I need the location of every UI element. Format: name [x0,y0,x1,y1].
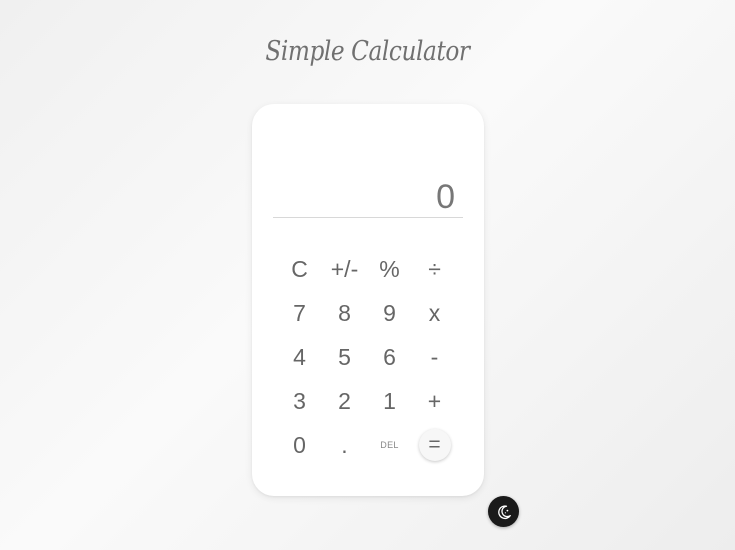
multiply-button[interactable]: x [412,291,457,335]
clear-button[interactable]: C [277,247,322,291]
calculator-card: 0 C +/- % ÷ 7 8 9 x 4 5 6 - 3 2 1 + 0 . … [252,104,484,496]
equals-button[interactable]: = [412,423,457,467]
calculator-display: 0 [273,164,463,218]
display-value: 0 [436,178,455,216]
keypad: C +/- % ÷ 7 8 9 x 4 5 6 - 3 2 1 + 0 . DE… [277,247,457,467]
percent-button[interactable]: % [367,247,412,291]
add-button[interactable]: + [412,379,457,423]
equals-label: = [418,429,451,461]
subtract-button[interactable]: - [412,335,457,379]
digit-9-button[interactable]: 9 [367,291,412,335]
divide-button[interactable]: ÷ [412,247,457,291]
digit-5-button[interactable]: 5 [322,335,367,379]
app-title: Simple Calculator [265,36,470,67]
digit-1-button[interactable]: 1 [367,379,412,423]
delete-button[interactable]: DEL [367,423,412,467]
negate-button[interactable]: +/- [322,247,367,291]
theme-toggle-button[interactable] [488,496,519,527]
decimal-button[interactable]: . [322,423,367,467]
digit-7-button[interactable]: 7 [277,291,322,335]
digit-3-button[interactable]: 3 [277,379,322,423]
moon-icon [497,504,511,519]
digit-8-button[interactable]: 8 [322,291,367,335]
digit-2-button[interactable]: 2 [322,379,367,423]
digit-0-button[interactable]: 0 [277,423,322,467]
digit-4-button[interactable]: 4 [277,335,322,379]
digit-6-button[interactable]: 6 [367,335,412,379]
